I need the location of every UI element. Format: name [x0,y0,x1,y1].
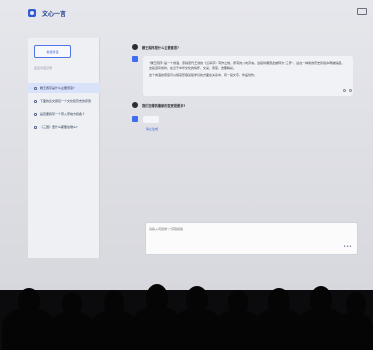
bot-avatar-icon [132,56,138,62]
loading-indicator [143,116,159,123]
sidebar-item-label: 滕王阁序是什么主要意思? [40,86,75,90]
app-header: 文心一言 [0,0,373,26]
new-chat-button[interactable]: 新建对话 [34,45,71,58]
chat-icon [34,99,37,103]
bot-avatar-icon [132,116,138,122]
chat-icon [34,86,37,90]
sidebar-item-label: 是否要我写一个带入带地方和各个 [40,112,86,116]
like-icon[interactable] [343,89,346,92]
answer-actions [343,89,352,92]
sidebar-item-label: 下面的论文题目一个文化和历史的原因 [40,99,92,103]
question-text: 我们在哪的最新的变更是要多? [142,103,186,108]
sidebar-item-4[interactable]: 《三国》里什么都要最难么? [28,122,100,132]
chat-icon [34,112,37,116]
sidebar: 新建对话 最近对话记录 滕王阁序是什么主要意思? 下面的论文题目一个文化和历史的… [28,38,100,258]
audience-body [48,312,96,350]
send-icon[interactable]: ••• [343,244,352,250]
answer-paragraph: “滕王阁序”是一个成语，原指唐代王勃的《兰亭序》写作之前，所写的八句序言。这段时… [149,61,345,70]
audience-body [336,312,373,350]
copy-icon[interactable] [349,89,352,92]
chat-input-box[interactable]: ••• [145,222,358,255]
history-label: 最近对话记录 [34,66,53,70]
audience-body [90,310,138,350]
message-icon[interactable] [357,8,367,15]
user-question-1: 滕王阁序是什么主要意思? [132,44,179,50]
stop-generating-button[interactable]: 停止生成 [146,127,158,131]
app-title: 文心一言 [42,10,67,18]
bot-answer-1: “滕王阁序”是一个成语，原指唐代王勃的《兰亭序》写作之前，所写的八句序言。这段时… [143,56,353,96]
question-text: 滕王阁序是什么主要意思? [142,45,179,50]
projection-screen: 文心一言 新建对话 最近对话记录 滕王阁序是什么主要意思? 下面的论文题目一个文… [0,0,373,290]
user-question-2: 我们在哪的最新的变更是要多? [132,102,185,108]
chat-input[interactable] [149,226,299,232]
sidebar-item-3[interactable]: 是否要我写一个带入带地方和各个 [28,109,100,119]
answer-paragraph: 这个成语的意思可以用来形容某些学识的方面在关系中，有一段文字，作品创作。 [149,73,258,77]
audience-silhouettes [0,270,373,350]
sidebar-item-label: 《三国》里什么都要最难么? [40,125,78,129]
sidebar-item-2[interactable]: 下面的论文题目一个文化和历史的原因 [28,96,100,106]
user-avatar [132,102,138,108]
chat-icon [34,125,37,129]
app-logo-icon [28,9,36,17]
user-avatar [132,44,138,50]
sidebar-item-1[interactable]: 滕王阁序是什么主要意思? [28,83,100,93]
